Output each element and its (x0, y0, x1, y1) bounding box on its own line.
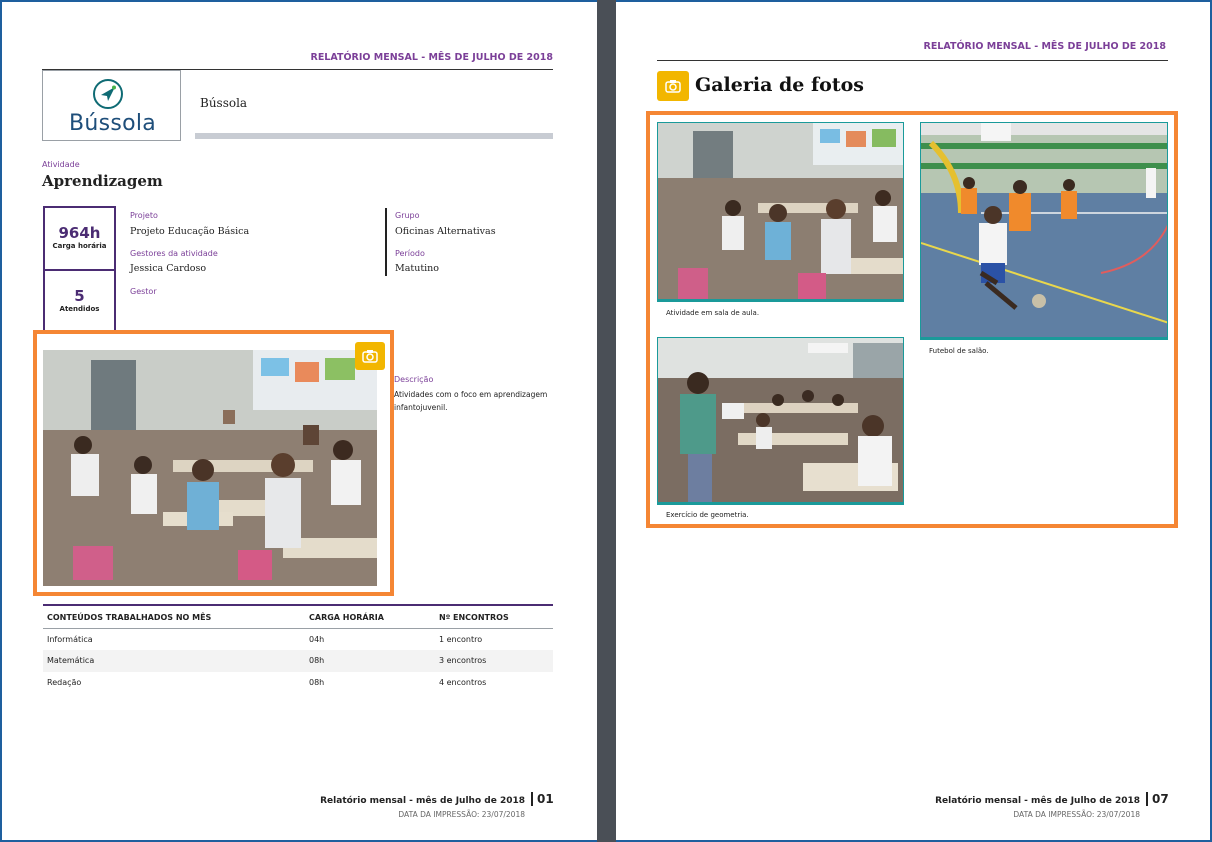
photo-caption: Atividade em sala de aula. (666, 309, 760, 317)
table-cell: 08h (305, 650, 435, 672)
grupo-label: Grupo (395, 211, 420, 220)
stat-carga-horaria: 964h Carga horária (43, 206, 116, 271)
activity-label: Atividade (42, 160, 80, 169)
organization-name: Bússola (200, 96, 248, 110)
projeto-label: Projeto (130, 211, 158, 220)
table-header: Nº ENCONTROS (435, 604, 553, 629)
divider-bar (195, 133, 553, 139)
gallery-photo[interactable] (920, 122, 1168, 340)
footer-date: DATA DA IMPRESSÃO: 23/07/2018 (398, 810, 525, 819)
footer-title: Relatório mensal - mês de Julho de 2018 (935, 796, 1140, 806)
header-rule (657, 60, 1168, 61)
photo-badge[interactable] (355, 342, 385, 370)
organization-logo: Bússola (42, 70, 181, 141)
gallery-photo[interactable] (657, 337, 904, 505)
stat-label: Atendidos (59, 305, 100, 313)
stat-value: 5 (74, 287, 85, 305)
table-cell: 4 encontros (439, 677, 487, 687)
table-cell: 08h (309, 677, 325, 687)
stat-value: 964h (58, 224, 101, 242)
gallery-title: Galeria de fotos (695, 74, 864, 96)
table-row: Informática 04h 1 encontro (43, 629, 553, 651)
gestor-label: Gestor (130, 287, 157, 296)
table-cell: Redação (47, 677, 82, 687)
camera-icon (665, 80, 681, 93)
table-header: CARGA HORÁRIA (305, 604, 435, 629)
gallery-photo[interactable] (657, 122, 904, 302)
footer-date: DATA DA IMPRESSÃO: 23/07/2018 (1013, 810, 1140, 819)
table-cell: Informática (47, 635, 93, 644)
descricao-label: Descrição (394, 375, 434, 384)
table-cell: 04h (309, 635, 325, 644)
table-row: Matemática 08h 3 encontros (43, 650, 553, 672)
activity-photo[interactable] (43, 350, 377, 586)
page-number: 07 (1146, 792, 1169, 806)
activity-title: Aprendizagem (42, 172, 163, 190)
table-row: Redação 08h 4 encontros (43, 672, 553, 694)
report-header: RELATÓRIO MENSAL - MÊS DE JULHO DE 2018 (310, 52, 554, 63)
table-cell: 3 encontros (435, 650, 553, 672)
gestores-value: Jessica Cardoso (130, 263, 207, 274)
column-divider (385, 208, 387, 276)
table-header-row: CONTEÚDOS TRABALHADOS NO MÊS CARGA HORÁR… (43, 604, 553, 629)
footer-title: Relatório mensal - mês de Julho de 2018 (320, 796, 525, 806)
periodo-value: Matutino (395, 263, 440, 274)
page-gutter (597, 0, 616, 842)
table-header: CONTEÚDOS TRABALHADOS NO MÊS (43, 604, 305, 629)
stat-label: Carga horária (52, 242, 107, 250)
contents-table: CONTEÚDOS TRABALHADOS NO MÊS CARGA HORÁR… (43, 604, 553, 693)
report-header: RELATÓRIO MENSAL - MÊS DE JULHO DE 2018 (923, 41, 1167, 52)
page-number: 01 (531, 792, 554, 806)
projeto-value: Projeto Educação Básica (130, 226, 250, 237)
camera-icon (362, 350, 378, 363)
periodo-label: Período (395, 249, 425, 258)
grupo-value: Oficinas Alternativas (395, 226, 496, 237)
stat-atendidos: 5 Atendidos (43, 269, 116, 332)
gestores-label: Gestores da atividade (130, 249, 218, 258)
photo-caption: Futebol de salão. (929, 347, 989, 355)
logo-text: Bússola (68, 111, 157, 136)
gallery-badge (657, 71, 689, 101)
table-cell: 1 encontro (439, 635, 483, 644)
descricao-value: Atividades com o foco em aprendizagem in… (394, 390, 548, 412)
compass-icon (93, 79, 123, 109)
table-cell: Matemática (43, 650, 305, 672)
photo-caption: Exercício de geometria. (666, 511, 749, 519)
